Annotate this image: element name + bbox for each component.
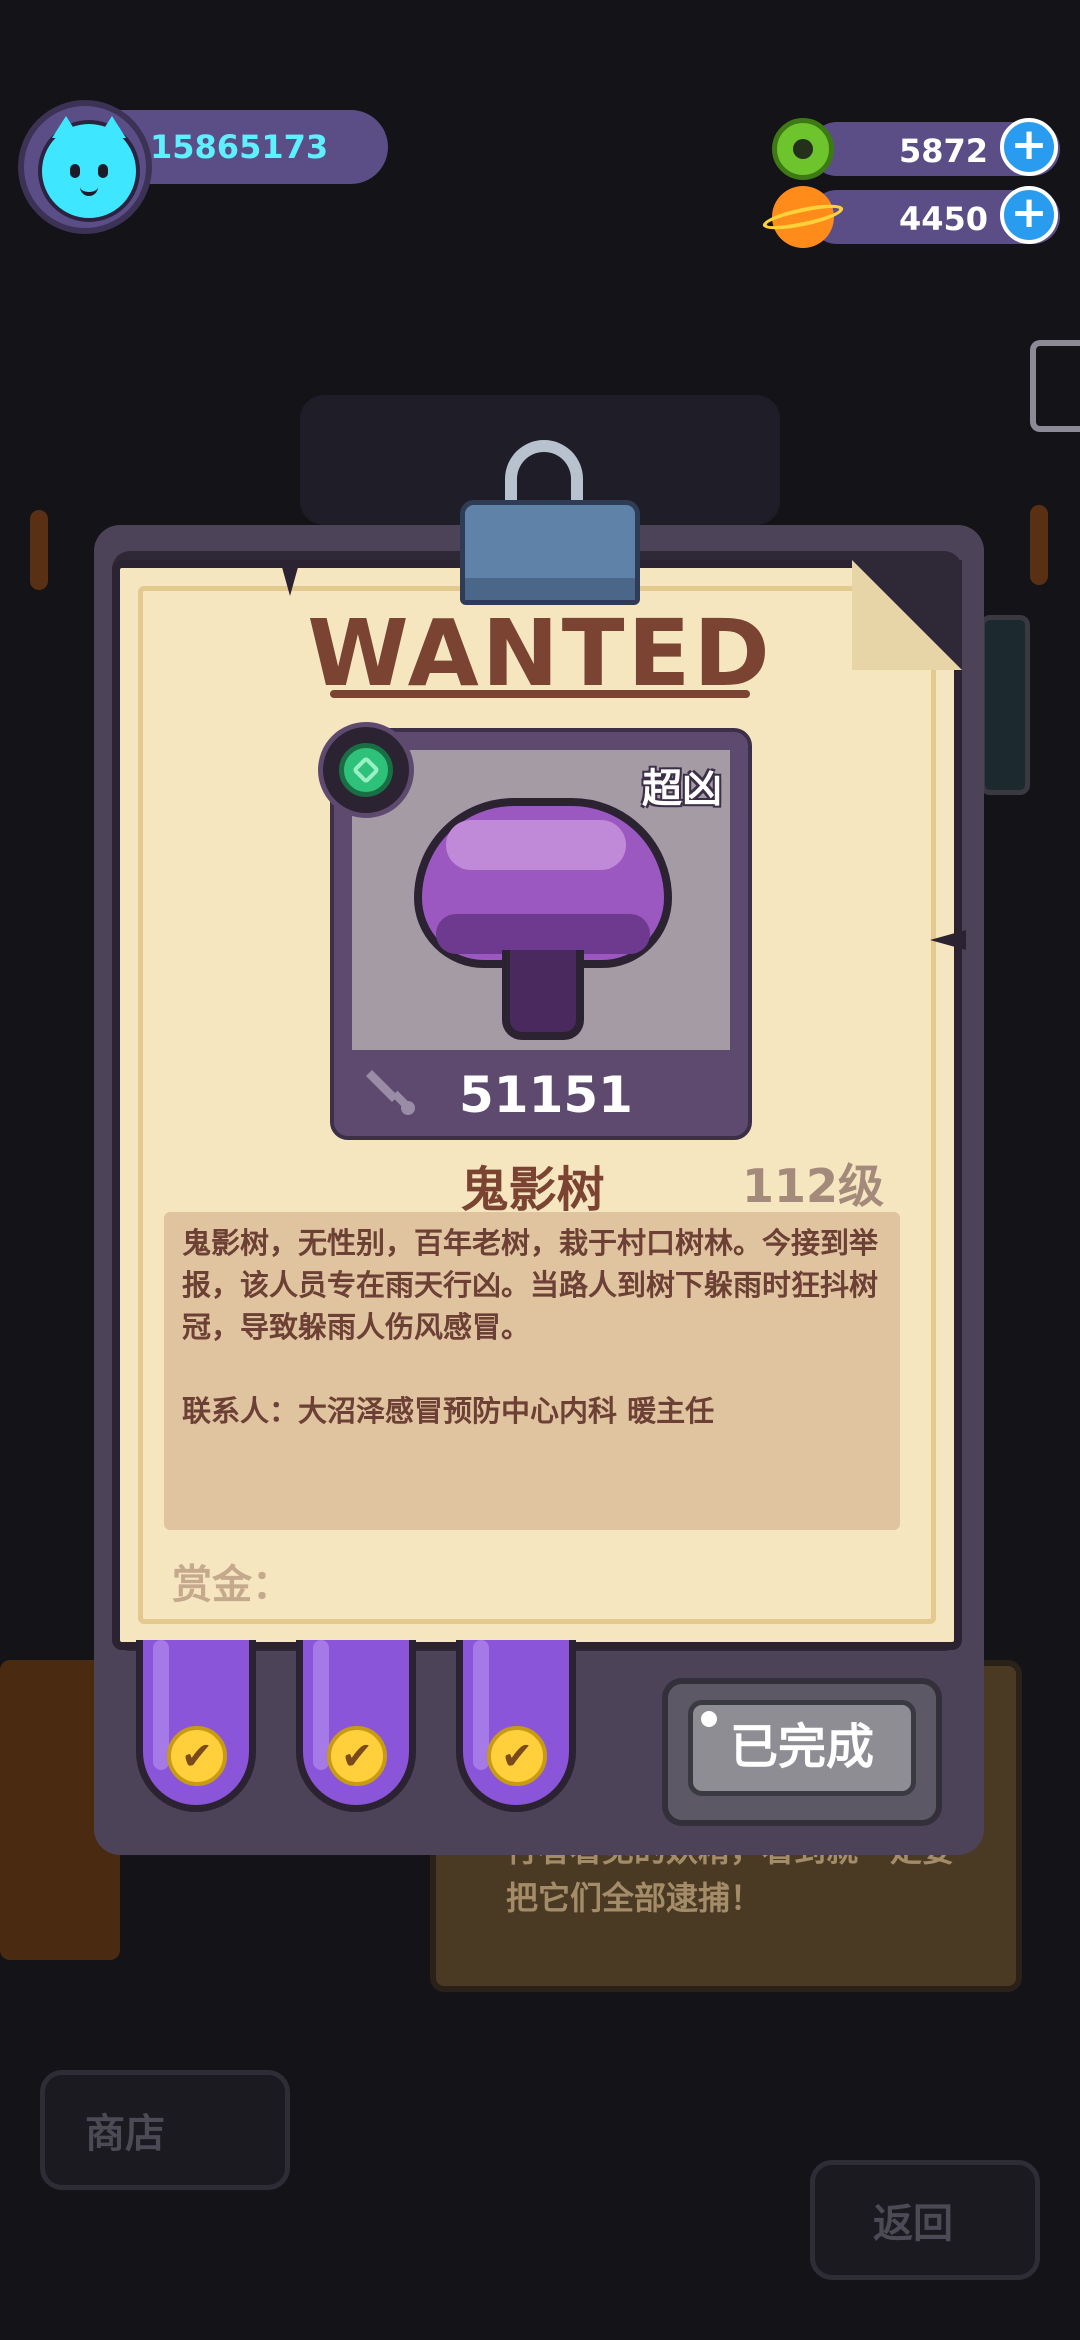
add-planet-button[interactable]: + (1000, 186, 1058, 244)
cat-ear-right (98, 116, 126, 138)
monster-name: 鬼影树 (460, 1162, 605, 1218)
bg-back-button[interactable]: 返回 (810, 2160, 1040, 2280)
bg-back-label: 返回 (873, 2201, 953, 2247)
green-hexagon-icon (339, 743, 393, 797)
reward-label: 赏金： (172, 1562, 292, 1608)
currency-bar-planet: 4450 + (810, 186, 1060, 244)
check-icon: ✔ (167, 1726, 227, 1786)
rank-tag: 超凶 (642, 766, 722, 812)
bg-lamp-right (1030, 505, 1048, 585)
cat-avatar-icon (38, 116, 140, 222)
bg-lamp-left (30, 510, 48, 590)
bg-side-scissor-icon[interactable] (1030, 340, 1080, 432)
bounty-ribbon-3: ✔ (456, 1640, 576, 1812)
description-box: 鬼影树，无性别，百年老树，栽于村口树林。今接到举报，该人员专在雨天行凶。当路人到… (164, 1212, 900, 1530)
cat-eye-left (70, 164, 80, 178)
title-underline (330, 690, 750, 698)
check-icon: ✔ (327, 1726, 387, 1786)
poster-tear-top (280, 560, 300, 596)
player-id-bar[interactable]: 15865173 (120, 110, 388, 184)
binder-clip (460, 500, 640, 605)
monster-description: 鬼影树，无性别，百年老树，栽于村口树林。今接到举报，该人员专在雨天行凶。当路人到… (182, 1226, 879, 1344)
add-donut-button[interactable]: + (1000, 118, 1058, 176)
poster-tear-right (930, 930, 966, 950)
bounty-ribbon-2: ✔ (296, 1640, 416, 1812)
currency-bar-donut: 5872 + (810, 118, 1060, 176)
check-icon: ✔ (487, 1726, 547, 1786)
cat-eye-right (98, 164, 108, 178)
player-id: 15865173 (150, 128, 329, 166)
planet-count: 4450 (898, 200, 988, 238)
contact-line: 联系人：大沼泽感冒预防中心内科 暖主任 (182, 1394, 715, 1428)
ghost-tree-trunk (502, 950, 584, 1040)
element-badge (318, 722, 414, 818)
completed-button[interactable]: 已完成 (688, 1700, 916, 1796)
bg-shop-label: 商店 (85, 2111, 165, 2157)
completed-button-frame: 已完成 (662, 1678, 942, 1826)
cat-ear-left (52, 116, 80, 138)
bg-shop-button[interactable]: 商店 (40, 2070, 290, 2190)
power-value: 51151 (459, 1066, 633, 1124)
avatar[interactable] (18, 100, 152, 234)
cat-mouth (80, 184, 98, 196)
orange-planet-icon (761, 186, 845, 248)
bounty-ribbon-1: ✔ (136, 1640, 256, 1812)
ghost-tree-crown (414, 798, 672, 968)
green-donut-icon (772, 118, 834, 180)
monster-level: 112级 (742, 1159, 885, 1213)
donut-count: 5872 (898, 132, 988, 170)
